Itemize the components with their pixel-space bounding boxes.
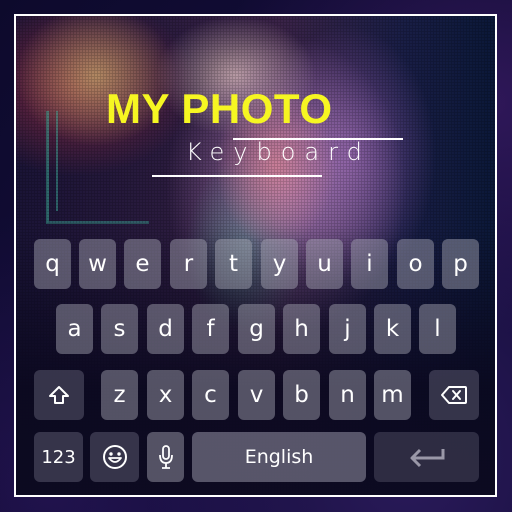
key-i[interactable]: i xyxy=(351,239,388,289)
key-o[interactable]: o xyxy=(397,239,434,289)
key-j[interactable]: j xyxy=(329,304,366,354)
shift-arrow-icon xyxy=(48,384,70,406)
backspace-key[interactable] xyxy=(429,370,479,420)
title-divider-bottom xyxy=(152,175,322,177)
key-w[interactable]: w xyxy=(79,239,116,289)
key-d[interactable]: d xyxy=(147,304,184,354)
enter-key[interactable] xyxy=(374,432,479,482)
key-x[interactable]: x xyxy=(147,370,184,420)
key-q[interactable]: q xyxy=(34,239,71,289)
numbers-key[interactable]: 123 xyxy=(34,432,83,482)
key-b[interactable]: b xyxy=(283,370,320,420)
microphone-key[interactable] xyxy=(147,432,184,482)
key-r[interactable]: r xyxy=(170,239,207,289)
key-a[interactable]: a xyxy=(56,304,93,354)
app-title: MY PHOTO xyxy=(106,85,333,132)
key-e[interactable]: e xyxy=(124,239,161,289)
microphone-icon xyxy=(158,444,174,470)
smiley-emoji-icon xyxy=(102,444,128,470)
key-k[interactable]: k xyxy=(374,304,411,354)
key-n[interactable]: n xyxy=(329,370,366,420)
backspace-icon xyxy=(440,385,468,405)
key-p[interactable]: p xyxy=(442,239,479,289)
key-s[interactable]: s xyxy=(101,304,138,354)
key-u[interactable]: u xyxy=(306,239,343,289)
shift-key[interactable] xyxy=(34,370,84,420)
space-key[interactable]: English xyxy=(192,432,366,482)
key-l[interactable]: l xyxy=(419,304,456,354)
key-z[interactable]: z xyxy=(101,370,138,420)
app-subtitle: Keyboard xyxy=(186,138,371,166)
key-c[interactable]: c xyxy=(192,370,229,420)
key-t[interactable]: t xyxy=(215,239,252,289)
key-h[interactable]: h xyxy=(283,304,320,354)
key-g[interactable]: g xyxy=(238,304,275,354)
key-f[interactable]: f xyxy=(192,304,229,354)
emoji-key[interactable] xyxy=(90,432,139,482)
enter-return-icon xyxy=(407,446,447,468)
key-v[interactable]: v xyxy=(238,370,275,420)
key-m[interactable]: m xyxy=(374,370,411,420)
key-y[interactable]: y xyxy=(261,239,298,289)
